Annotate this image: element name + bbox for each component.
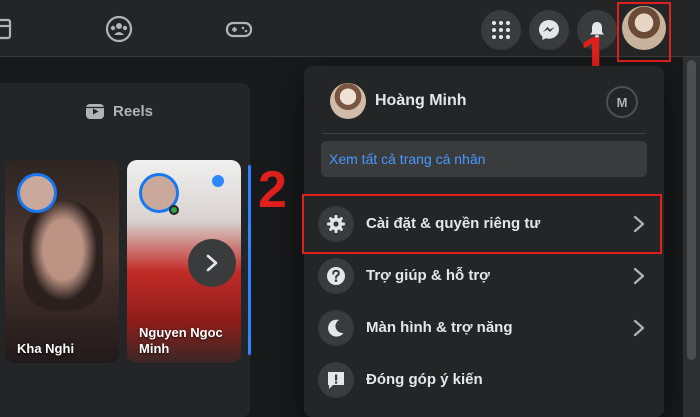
groups-icon[interactable] <box>104 14 134 44</box>
menu-grid-button[interactable] <box>481 10 521 50</box>
profile-name: Hoàng Minh <box>375 92 467 109</box>
tab-reels[interactable]: Reels <box>85 101 153 121</box>
unseen-dot <box>212 175 224 187</box>
chevron-right-icon <box>633 319 645 337</box>
feedback-icon <box>318 362 354 398</box>
highlight-box-settings <box>302 194 662 254</box>
step-number-2: 2 <box>258 161 287 219</box>
menu-item-label: Trợ giúp & hỗ trợ <box>366 267 490 284</box>
tab-reels-label: Reels <box>113 102 154 120</box>
highlight-box-account <box>617 2 671 62</box>
help-icon <box>318 258 354 294</box>
story-avatar <box>17 173 57 213</box>
see-all-profiles-link[interactable]: Xem tất cả trang cá nhân <box>321 141 647 177</box>
story-name: Kha Nghi <box>17 341 75 356</box>
messenger-button[interactable] <box>529 10 569 50</box>
online-status-dot <box>169 205 179 215</box>
switch-profile-icon[interactable]: M <box>606 86 638 118</box>
gaming-icon[interactable] <box>0 14 24 44</box>
menu-item-label: Đóng góp ý kiến <box>366 371 483 388</box>
scrollbar-thumb[interactable] <box>687 60 696 360</box>
menu-item-feedback[interactable] <box>314 354 654 406</box>
story-name: Nguyen Ngoc Minh <box>139 325 223 356</box>
divider <box>322 133 646 134</box>
menu-grid-icon <box>492 21 510 39</box>
reels-icon <box>86 104 104 119</box>
stories-next-button[interactable] <box>188 239 236 287</box>
chevron-right-icon <box>633 267 645 285</box>
story-border-edge <box>248 165 251 355</box>
story-photo <box>23 200 103 310</box>
chevron-right-icon <box>206 254 218 272</box>
moon-icon <box>318 310 354 346</box>
menu-item-label: Màn hình & trợ năng <box>366 319 513 336</box>
profile-avatar <box>330 83 366 119</box>
messenger-icon <box>539 20 559 40</box>
game-controller-icon[interactable] <box>224 14 254 44</box>
